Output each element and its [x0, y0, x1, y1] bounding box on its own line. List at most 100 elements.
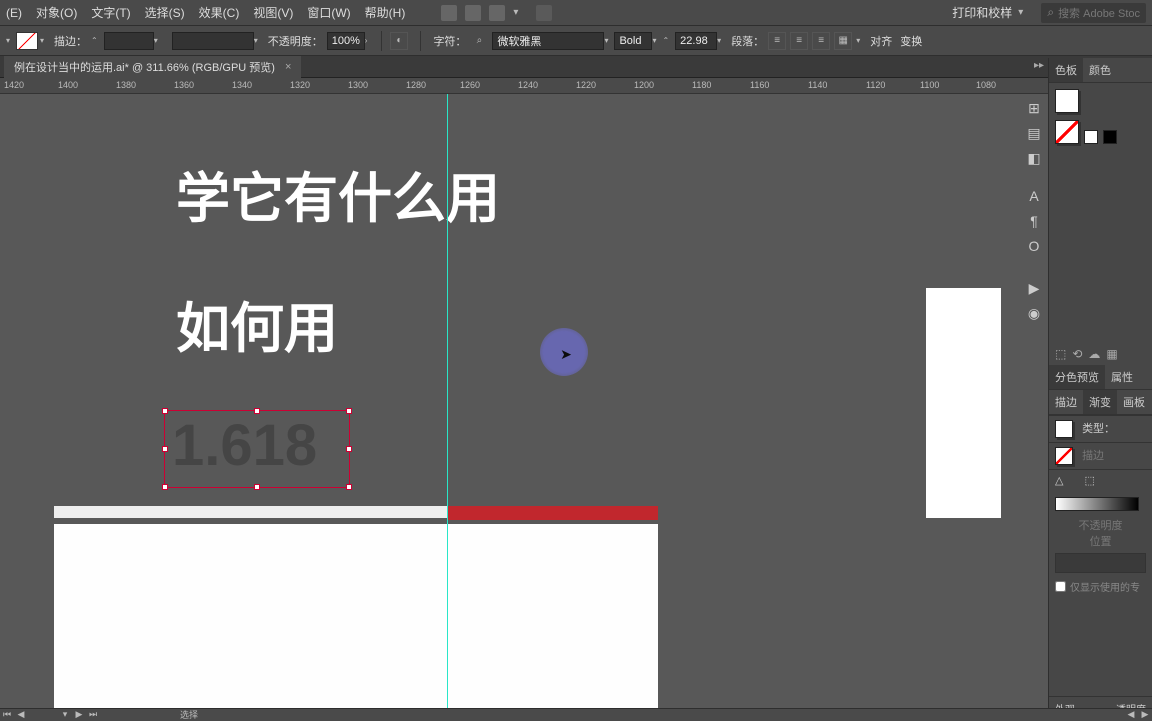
menu-bar: (E) 对象(O) 文字(T) 选择(S) 效果(C) 视图(V) 窗口(W) … — [0, 0, 1152, 26]
show-used-only-checkbox[interactable] — [1055, 581, 1066, 592]
menu-effect[interactable]: 效果(C) — [199, 4, 240, 21]
nav-last-icon[interactable]: ⏭ — [86, 709, 100, 720]
align-right-icon[interactable]: ≡ — [812, 32, 830, 50]
bridge-icon[interactable] — [441, 5, 457, 21]
brush-drop-icon[interactable]: ▾ — [254, 36, 258, 45]
handle-bot-right[interactable] — [346, 484, 352, 490]
tab-color[interactable]: 颜色 — [1083, 58, 1117, 82]
align-panel-drop-icon[interactable]: ▾ — [856, 36, 860, 45]
tool-type-icon[interactable]: A — [1023, 185, 1045, 207]
nav-first-icon[interactable]: ⏮ — [0, 709, 14, 720]
font-family-drop-icon[interactable]: ▾ — [604, 36, 608, 45]
stock-icon[interactable] — [465, 5, 481, 21]
menu-view[interactable]: 视图(V) — [253, 4, 293, 21]
fill-dropdown-icon[interactable]: ▾ — [6, 36, 10, 45]
handle-bot-left[interactable] — [162, 484, 168, 490]
menu-help[interactable]: 帮助(H) — [365, 4, 406, 21]
recolor-icon[interactable]: ◐ — [390, 32, 408, 50]
swatch-black-icon[interactable] — [1103, 130, 1117, 144]
document-tab[interactable]: 例在设计当中的运用.ai* @ 311.66% (RGB/GPU 预览) × — [4, 56, 301, 78]
tool-cc-icon[interactable]: ◉ — [1023, 302, 1045, 324]
font-family-input[interactable] — [492, 32, 604, 50]
tab-sep-preview[interactable]: 分色预览 — [1049, 365, 1105, 389]
tab-brushes[interactable]: 画板 — [1117, 390, 1151, 414]
gradient-stroke-swatch-icon[interactable] — [1055, 447, 1073, 465]
menu-text[interactable]: 文字(T) — [91, 4, 130, 21]
stroke-weight-input[interactable] — [104, 32, 154, 50]
menu-object[interactable]: 对象(O) — [36, 4, 77, 21]
swatch-none-icon[interactable] — [1084, 130, 1098, 144]
links-icon[interactable]: ⟲ — [1072, 347, 1082, 361]
fill-swatch-large[interactable] — [1055, 89, 1079, 113]
gradient-stop-field[interactable] — [1055, 553, 1146, 573]
opacity-input[interactable] — [327, 32, 365, 50]
cloud-icon[interactable]: ☁ — [1088, 347, 1100, 361]
font-search-icon[interactable]: ⌕ — [470, 32, 488, 50]
handle-top-right[interactable] — [346, 408, 352, 414]
font-weight-input[interactable] — [614, 32, 652, 50]
tool-opentype-icon[interactable]: O — [1023, 235, 1045, 257]
handle-mid-left[interactable] — [162, 446, 168, 452]
angle-icon[interactable]: △ — [1055, 475, 1063, 487]
close-tab-icon[interactable]: × — [285, 61, 291, 73]
tool-actions-icon[interactable]: ▶ — [1023, 277, 1045, 299]
stroke-swatch[interactable] — [16, 32, 38, 50]
show-used-only-row[interactable]: 仅显示使用的专 — [1049, 577, 1152, 596]
artboard-nav-drop-icon[interactable]: ▾ — [58, 709, 72, 720]
search-stock[interactable]: ⌕ 搜索 Adobe Stoc — [1041, 3, 1146, 23]
transform-label[interactable]: 变换 — [900, 33, 922, 49]
stroke-weight-caret-icon[interactable]: ⌃ — [91, 36, 98, 45]
artwork-white-block — [54, 524, 658, 708]
handle-mid-right[interactable] — [346, 446, 352, 452]
align-panel-icon[interactable]: ▦ — [834, 32, 852, 50]
align-center-icon[interactable]: ≡ — [790, 32, 808, 50]
align-label[interactable]: 对齐 — [870, 33, 892, 49]
stroke-dropdown-icon[interactable]: ▾ — [40, 36, 44, 45]
stroke-swatch-large[interactable] — [1055, 120, 1079, 144]
menu-select[interactable]: 选择(S) — [145, 4, 185, 21]
font-size-caret-icon[interactable]: ⌃ — [662, 36, 669, 45]
canvas[interactable]: 学它有什么用 如何用 1.618 — [0, 94, 1152, 708]
handle-top-mid[interactable] — [254, 408, 260, 414]
font-size-drop-icon[interactable]: ▾ — [717, 36, 721, 45]
collapse-panels-icon[interactable]: ▸▸ — [1034, 60, 1044, 71]
brush-definition-input[interactable] — [172, 32, 254, 50]
tab-gradient[interactable]: 渐变 — [1083, 390, 1117, 414]
nav-next-icon[interactable]: ▶ — [72, 709, 86, 720]
ruler-tick: 1080 — [976, 80, 996, 90]
guide-vertical[interactable] — [447, 94, 448, 708]
nav-icon[interactable]: ⬚ — [1055, 347, 1066, 361]
arrange-icon[interactable] — [489, 5, 505, 21]
tool-artboard-icon[interactable]: ⊞ — [1023, 97, 1045, 119]
font-weight-drop-icon[interactable]: ▾ — [652, 36, 656, 45]
tab-swatches[interactable]: 色板 — [1049, 58, 1083, 82]
font-size-input[interactable] — [675, 32, 717, 50]
tool-align-icon[interactable]: ▤ — [1023, 122, 1045, 144]
stroke-weight-drop-icon[interactable]: ▾ — [154, 36, 158, 45]
nav-prev-icon[interactable]: ◀ — [14, 709, 28, 720]
tool-pathfinder-icon[interactable]: ◧ — [1023, 147, 1045, 169]
tool-paragraph-icon[interactable]: ¶ — [1023, 210, 1045, 232]
menu-edit-partial[interactable]: (E) — [6, 6, 22, 20]
ruler-tick: 1120 — [866, 80, 885, 90]
aspect-icon[interactable]: ⬚ — [1085, 475, 1095, 487]
gradient-type-row: 类型： — [1049, 415, 1152, 442]
ruler-tick: 1160 — [750, 80, 769, 90]
handle-top-left[interactable] — [162, 408, 168, 414]
gpu-icon[interactable] — [536, 5, 552, 21]
hscroll-left-icon[interactable]: ◀ — [1124, 709, 1138, 720]
opacity-drop-icon[interactable]: › — [365, 36, 368, 45]
tab-attributes[interactable]: 属性 — [1105, 365, 1139, 389]
gradient-swatch-icon[interactable] — [1055, 420, 1073, 438]
selected-text-object[interactable]: 1.618 — [164, 410, 350, 488]
workspace-switcher[interactable]: 打印和校样 — [952, 4, 1012, 21]
handle-bot-mid[interactable] — [254, 484, 260, 490]
workspace-dropdown-icon[interactable]: ▾ — [1018, 7, 1023, 18]
align-left-icon[interactable]: ≡ — [768, 32, 786, 50]
arrange-dropdown-icon[interactable]: ▾ — [513, 7, 518, 18]
menu-window[interactable]: 窗口(W) — [307, 4, 350, 21]
gradient-bar[interactable] — [1055, 497, 1139, 511]
tab-stroke[interactable]: 描边 — [1049, 390, 1083, 414]
library-icon[interactable]: ▦ — [1106, 347, 1117, 361]
hscroll-right-icon[interactable]: ▶ — [1138, 709, 1152, 720]
